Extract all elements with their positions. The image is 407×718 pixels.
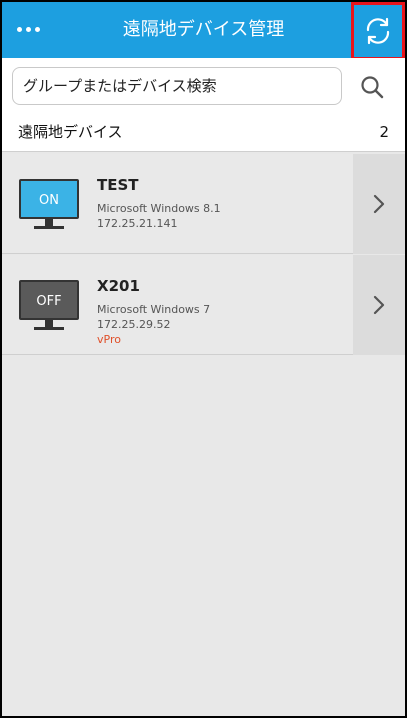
device-os: Microsoft Windows 7 — [97, 303, 211, 316]
search-icon — [361, 76, 384, 99]
more-dot — [34, 26, 40, 32]
monitor-on-icon: ON — [19, 179, 79, 229]
more-menu-button[interactable] — [8, 14, 48, 44]
section-label: 遠隔地デバイス — [18, 123, 123, 141]
monitor-off-icon: OFF — [19, 280, 79, 330]
search-bar — [2, 58, 405, 112]
device-name: X201 — [97, 277, 140, 295]
search-button[interactable] — [352, 70, 392, 104]
more-dot — [25, 26, 31, 32]
more-dots-icon — [16, 26, 22, 32]
chevron-right-icon — [373, 295, 385, 315]
vpro-badge: vPro — [97, 333, 121, 346]
refresh-button[interactable] — [351, 2, 405, 60]
device-status-label: OFF — [36, 294, 61, 309]
chevron-right-icon — [373, 194, 385, 214]
device-count: 2 — [379, 123, 389, 141]
device-ip: 172.25.29.52 — [97, 318, 171, 331]
device-name: TEST — [97, 176, 139, 194]
app-screen: 遠隔地デバイス管理 遠隔地デバイス 2 ON — [2, 2, 405, 716]
device-detail-button[interactable] — [353, 154, 405, 254]
device-os: Microsoft Windows 8.1 — [97, 202, 221, 215]
search-input[interactable] — [12, 67, 342, 105]
device-section-header: 遠隔地デバイス 2 — [2, 112, 405, 152]
device-ip: 172.25.21.141 — [97, 217, 178, 230]
refresh-icon — [366, 17, 390, 45]
device-row-x201[interactable]: OFF X201 Microsoft Windows 7 172.25.29.5… — [2, 255, 405, 355]
device-detail-button[interactable] — [353, 255, 405, 355]
app-header: 遠隔地デバイス管理 — [2, 2, 405, 60]
device-status-label: ON — [39, 193, 59, 208]
device-row-test[interactable]: ON TEST Microsoft Windows 8.1 172.25.21.… — [2, 154, 405, 254]
page-title: 遠隔地デバイス管理 — [122, 19, 285, 40]
